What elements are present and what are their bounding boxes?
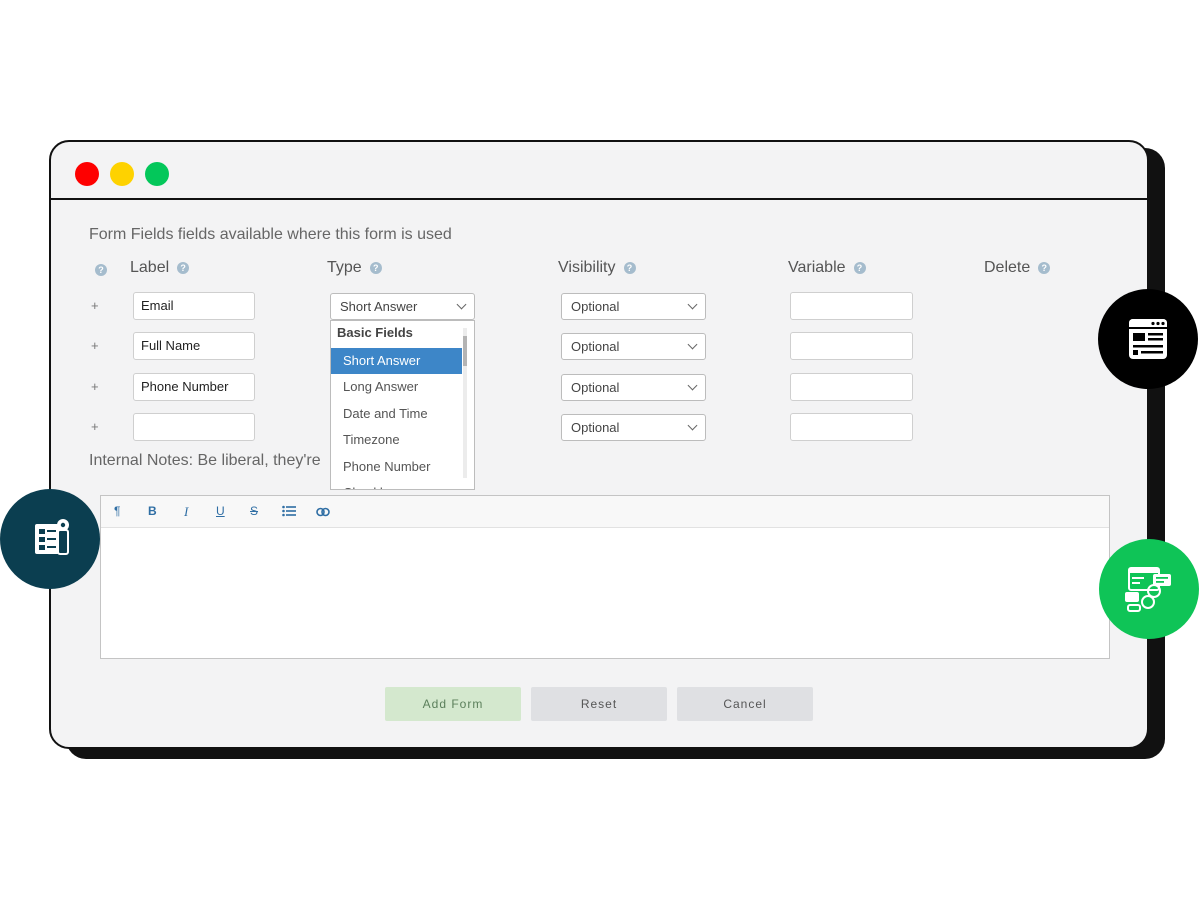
app-window: Form Fields fields available where this … [49,140,1149,749]
label-input-4[interactable] [133,413,255,441]
internal-notes-editor[interactable]: ¶ B I U S [100,495,1110,659]
add-form-button[interactable]: Add Form [385,687,521,721]
form-fields-description: Form Fields fields available where this … [89,226,452,243]
column-header-variable: Variable ? [788,259,866,277]
visibility-select-3-value: Optional [571,380,620,395]
form-layout-badge [1098,289,1198,389]
row-help-icon[interactable]: ? [95,264,107,276]
dropdown-option-short-answer[interactable]: Short Answer [331,348,462,374]
dropdown-scrollbar-thumb[interactable] [463,336,467,366]
visibility-help-icon[interactable]: ? [623,262,636,274]
add-row-2-icon[interactable]: + [91,338,99,353]
chevron-down-icon [687,339,698,350]
underline-icon[interactable]: U [216,504,225,518]
type-dropdown-menu: Basic Fields Short Answer Long Answer Da… [330,320,475,490]
column-header-variable-text: Variable [788,259,846,276]
column-header-visibility: Visibility ? [558,259,636,277]
dropdown-group-heading: Basic Fields [337,325,413,340]
bold-icon[interactable]: B [148,504,157,518]
label-help-icon[interactable]: ? [177,262,190,274]
dropdown-option-long-answer[interactable]: Long Answer [331,374,462,400]
dropdown-option-phone-number[interactable]: Phone Number [331,454,462,480]
type-select-1[interactable]: Short Answer [330,293,475,320]
variable-input-3[interactable] [790,373,913,401]
dropdown-option-date-and-time[interactable]: Date and Time [331,401,462,427]
column-header-type-text: Type [327,259,362,276]
visibility-select-1[interactable]: Optional [561,293,706,320]
type-help-icon[interactable]: ? [369,262,382,274]
italic-icon[interactable]: I [184,504,188,520]
chevron-down-icon [687,420,698,431]
chevron-down-icon [687,299,698,310]
add-row-3-icon[interactable]: + [91,379,99,394]
visibility-select-3[interactable]: Optional [561,374,706,401]
dropdown-option-timezone[interactable]: Timezone [331,427,462,453]
column-header-delete: Delete ? [984,259,1051,277]
visibility-select-1-value: Optional [571,299,620,314]
document-settings-badge [0,489,100,589]
internal-notes-label: Internal Notes: Be liberal, they're [89,452,321,469]
column-header-label-text: Label [130,259,170,276]
variable-input-1[interactable] [790,292,913,320]
add-row-4-icon[interactable]: + [91,419,99,434]
column-header-type: Type ? [327,259,382,277]
add-row-1-icon[interactable]: + [91,298,99,313]
link-icon[interactable] [316,506,330,520]
chevron-down-icon [687,380,698,391]
visibility-select-4-value: Optional [571,420,620,435]
visibility-select-4[interactable]: Optional [561,414,706,441]
delete-help-icon[interactable]: ? [1038,262,1051,274]
chevron-down-icon [456,299,467,310]
editor-toolbar: ¶ B I U S [101,496,1109,528]
feedback-badge [1099,539,1199,639]
dropdown-scrollbar[interactable] [463,328,467,478]
document-settings-icon [35,519,69,555]
paragraph-icon[interactable]: ¶ [114,504,120,518]
dropdown-option-checkbox[interactable]: Checkbox [331,480,462,489]
visibility-select-2[interactable]: Optional [561,333,706,360]
reset-button[interactable]: Reset [531,687,667,721]
form-builder: Form Fields fields available where this … [51,142,1147,747]
variable-input-2[interactable] [790,332,913,360]
column-header-delete-text: Delete [984,259,1031,276]
variable-help-icon[interactable]: ? [853,262,866,274]
column-header-label: Label ? [130,259,190,277]
column-header-visibility-text: Visibility [558,259,616,276]
label-input-1[interactable]: Email [133,292,255,320]
label-input-2[interactable]: Full Name [133,332,255,360]
type-select-1-value: Short Answer [340,299,418,314]
label-input-3[interactable]: Phone Number [133,373,255,401]
form-layout-icon [1129,319,1167,359]
strikethrough-icon[interactable]: S [250,504,258,518]
cancel-button[interactable]: Cancel [677,687,813,721]
bullet-list-icon[interactable] [282,505,296,520]
variable-input-4[interactable] [790,413,913,441]
feedback-chat-icon [1125,567,1171,612]
visibility-select-2-value: Optional [571,339,620,354]
